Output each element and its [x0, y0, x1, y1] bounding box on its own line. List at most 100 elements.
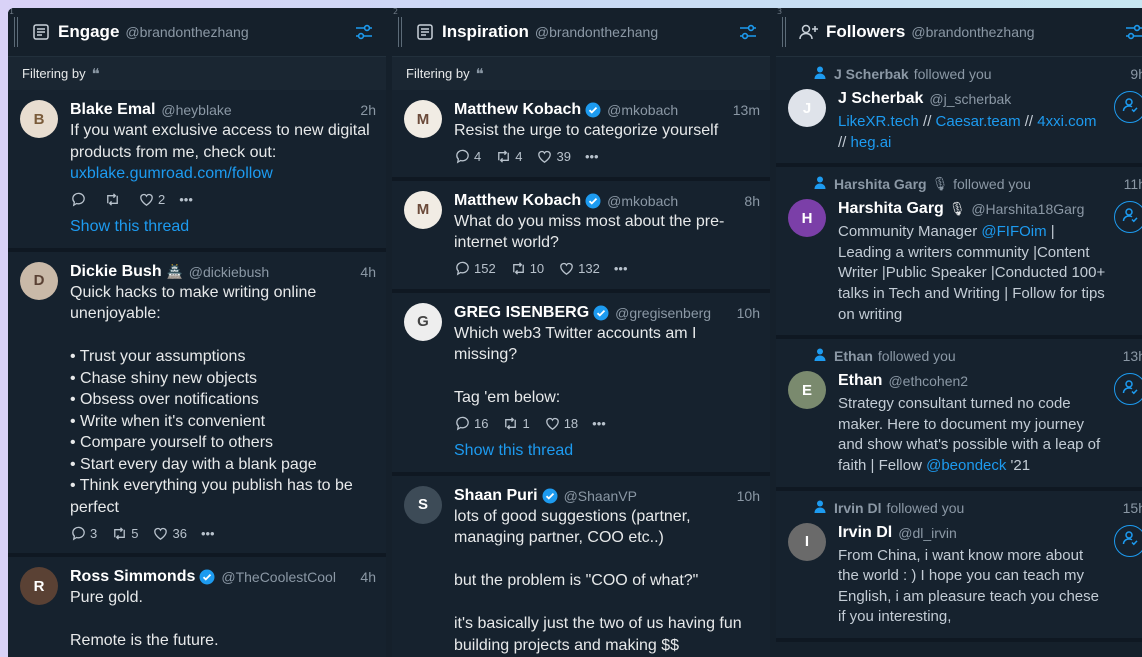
more-icon[interactable]: •••: [592, 416, 606, 431]
tweet-time[interactable]: 2h: [360, 102, 376, 118]
more-icon[interactable]: •••: [614, 261, 628, 276]
tweet[interactable]: G GREG ISENBERG @gregisenberg 10h Which …: [392, 292, 770, 476]
bio-link[interactable]: 4xxi.com: [1037, 113, 1096, 130]
like-button[interactable]: 18: [544, 415, 578, 432]
avatar[interactable]: H: [788, 199, 826, 238]
retweet-button[interactable]: 5: [111, 525, 138, 542]
follow-time[interactable]: 11h: [1124, 176, 1142, 192]
follow-time[interactable]: 13h: [1123, 348, 1142, 364]
column-header[interactable]: Inspiration @brandonthezhang: [392, 8, 770, 57]
author-name[interactable]: Matthew Kobach: [454, 192, 581, 210]
follower-name[interactable]: Harshita Garg: [838, 200, 944, 218]
avatar[interactable]: B: [20, 100, 58, 138]
retweet-button[interactable]: [104, 191, 124, 208]
follow-time[interactable]: 15h: [1123, 500, 1142, 516]
follow-button[interactable]: [1114, 201, 1142, 234]
avatar[interactable]: J: [788, 89, 826, 127]
avatar[interactable]: R: [20, 567, 58, 605]
tweet[interactable]: D Dickie Bush 🏯 @dickiebush 4h Quick hac…: [8, 251, 386, 557]
avatar[interactable]: D: [20, 261, 58, 300]
sliders-icon[interactable]: [352, 20, 376, 44]
tweet-time[interactable]: 10h: [737, 488, 760, 504]
follower-handle[interactable]: @dl_irvin: [898, 525, 1106, 541]
tweet[interactable]: M Matthew Kobach @mkobach 13m Resist the…: [392, 90, 770, 181]
follower-name[interactable]: Irvin Dl: [838, 524, 892, 542]
follower-note-name[interactable]: Harshita Garg: [834, 176, 927, 192]
tweet-link[interactable]: uxblake.gumroad.com/follow: [70, 165, 273, 182]
author-name[interactable]: Shaan Puri: [454, 487, 538, 505]
tweet[interactable]: S Shaan Puri @ShaanVP 10h lots of good s…: [392, 475, 770, 657]
avatar[interactable]: E: [788, 371, 826, 410]
author-handle[interactable]: @mkobach: [607, 193, 738, 209]
retweet-button[interactable]: 4: [495, 148, 522, 165]
column-header[interactable]: Engage @brandonthezhang: [8, 8, 386, 57]
retweet-button[interactable]: 10: [510, 260, 544, 277]
author-handle[interactable]: @TheCoolestCool: [221, 569, 354, 585]
drag-handle[interactable]: [398, 17, 402, 47]
drag-handle[interactable]: [14, 17, 18, 47]
follow-button[interactable]: [1114, 524, 1142, 557]
author-handle[interactable]: @gregisenberg: [615, 305, 731, 321]
follower-note-name[interactable]: Irvin Dl: [834, 500, 881, 516]
follower-item[interactable]: Irvin Dl followed you 15h I Irvin Dl @dl_irvi…: [776, 490, 1142, 642]
sliders-icon[interactable]: [1122, 20, 1142, 44]
author-handle[interactable]: @ShaanVP: [564, 488, 731, 504]
tweet[interactable]: M Matthew Kobach @mkobach 8h What do you…: [392, 180, 770, 293]
bio-link[interactable]: heg.ai: [851, 134, 892, 151]
tweet-time[interactable]: 10h: [737, 305, 760, 321]
avatar[interactable]: M: [404, 100, 442, 138]
tweet-time[interactable]: 8h: [744, 193, 760, 209]
author-handle[interactable]: @heyblake: [161, 102, 354, 118]
column-header[interactable]: Followers @brandonthezhang: [776, 8, 1142, 57]
author-name[interactable]: Matthew Kobach: [454, 101, 581, 119]
like-button[interactable]: 39: [536, 148, 571, 165]
like-button[interactable]: 132: [558, 260, 600, 277]
drag-handle[interactable]: [782, 17, 786, 47]
reply-button[interactable]: 152: [454, 260, 496, 277]
avatar[interactable]: I: [788, 522, 826, 561]
retweet-button[interactable]: 1: [502, 415, 530, 432]
bio-link[interactable]: @beondeck: [926, 457, 1006, 474]
tweet-feed[interactable]: M Matthew Kobach @mkobach 13m Resist the…: [392, 90, 770, 657]
tweet[interactable]: B Blake Emal @heyblake 2h If you want ex…: [8, 90, 386, 252]
reply-button[interactable]: 3: [70, 525, 97, 542]
follower-item[interactable]: Harshita Garg🎙followed you11hHHarshita G…: [776, 167, 1142, 340]
follower-handle[interactable]: @ethcohen2: [888, 373, 1106, 389]
show-thread-link[interactable]: Show this thread: [454, 442, 760, 462]
follower-item[interactable]: Ethanfollowed you13hEEthan@ethcohen2Stra…: [776, 339, 1142, 491]
followers-feed[interactable]: J Scherbakfollowed you9hJJ Scherbak@j_sc…: [776, 57, 1142, 657]
follow-button[interactable]: [1114, 91, 1142, 123]
follower-name[interactable]: J Scherbak: [838, 90, 923, 108]
author-name[interactable]: Blake Emal: [70, 101, 155, 119]
follower-note-name[interactable]: Ethan: [834, 348, 873, 364]
sliders-icon[interactable]: [736, 20, 760, 44]
more-icon[interactable]: •••: [179, 192, 193, 207]
follower-note-name[interactable]: J Scherbak: [834, 66, 909, 82]
reply-button[interactable]: 16: [454, 415, 488, 432]
tweet-time[interactable]: 13m: [733, 102, 760, 118]
avatar[interactable]: M: [404, 190, 442, 229]
more-icon[interactable]: •••: [585, 149, 599, 164]
tweet[interactable]: R Ross Simmonds @TheCoolestCool 4h Pure …: [8, 557, 386, 657]
author-name[interactable]: Ross Simmonds: [70, 568, 195, 586]
like-button[interactable]: 2: [138, 191, 165, 208]
follow-time[interactable]: 9h: [1130, 66, 1142, 82]
follower-handle[interactable]: @Harshita18Garg: [971, 201, 1106, 217]
bio-link[interactable]: @FIFOim: [981, 223, 1046, 240]
tweet-time[interactable]: 4h: [360, 264, 376, 280]
follower-handle[interactable]: @j_scherbak: [929, 91, 1106, 107]
author-handle[interactable]: @mkobach: [607, 102, 727, 118]
avatar[interactable]: S: [404, 485, 442, 524]
author-handle[interactable]: @dickiebush: [189, 264, 355, 280]
follower-item[interactable]: J Scherbakfollowed you9hJJ Scherbak@j_sc…: [776, 57, 1142, 168]
more-icon[interactable]: •••: [201, 526, 215, 541]
filter-bar[interactable]: Filtering by ❝: [392, 57, 770, 90]
bio-link[interactable]: Caesar.team: [936, 113, 1021, 130]
reply-button[interactable]: [70, 191, 90, 208]
avatar[interactable]: G: [404, 302, 442, 341]
author-name[interactable]: GREG ISENBERG: [454, 304, 589, 322]
bio-link[interactable]: LikeXR.tech: [838, 113, 919, 130]
filter-bar[interactable]: Filtering by ❝: [8, 57, 386, 90]
tweet-time[interactable]: 4h: [360, 569, 376, 585]
follow-button[interactable]: [1114, 373, 1142, 406]
